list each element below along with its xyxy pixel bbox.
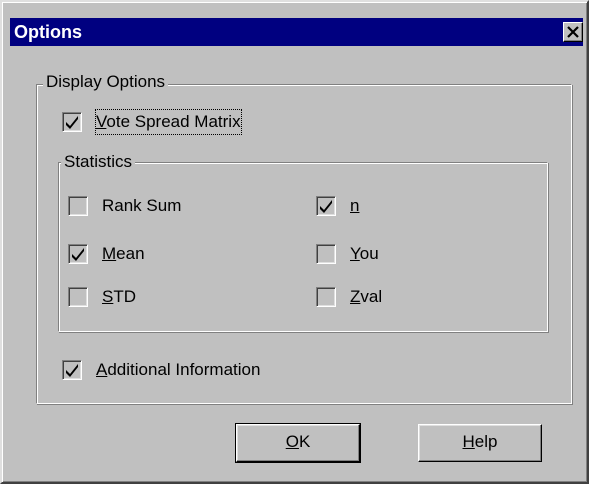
window-title: Options (14, 22, 82, 42)
vote-spread-matrix-label: Vote Spread Matrix (95, 109, 242, 135)
zval-checkbox[interactable] (316, 287, 336, 307)
close-button[interactable] (563, 22, 583, 42)
zval-label: Zval (350, 287, 383, 306)
statistics-legend: Statistics (61, 152, 136, 172)
n-checkbox[interactable] (316, 196, 336, 216)
std-checkbox[interactable] (68, 287, 88, 307)
you-label: You (350, 244, 379, 263)
checkmark-icon (72, 248, 84, 261)
title-bar[interactable]: Options (10, 18, 583, 46)
mean-label: Mean (102, 244, 145, 263)
ok-button-key: O (285, 432, 299, 451)
n-label: n (350, 196, 360, 215)
help-button-key: H (462, 432, 475, 451)
ok-button[interactable]: OK (235, 423, 361, 463)
you-checkbox[interactable] (316, 244, 336, 264)
close-x-icon (567, 26, 579, 38)
mean-checkbox[interactable] (68, 244, 88, 264)
ok-button-rest: K (298, 432, 311, 451)
help-button-rest: elp (474, 432, 498, 451)
checkmark-icon (66, 116, 78, 129)
rank-sum-label: Rank Sum (102, 196, 182, 215)
rank-sum-checkbox[interactable] (68, 196, 88, 216)
additional-information-checkbox[interactable] (62, 360, 82, 380)
checkmark-icon (66, 364, 78, 377)
display-options-legend: Display Options (43, 72, 169, 92)
vote-spread-matrix-checkbox[interactable] (62, 112, 82, 132)
options-dialog: Options Display Options Vote Spread Matr… (0, 0, 589, 484)
additional-information-label: Additional Information (96, 360, 261, 379)
std-label: STD (102, 287, 137, 306)
help-button[interactable]: Help (418, 424, 542, 462)
checkmark-icon (320, 200, 332, 213)
